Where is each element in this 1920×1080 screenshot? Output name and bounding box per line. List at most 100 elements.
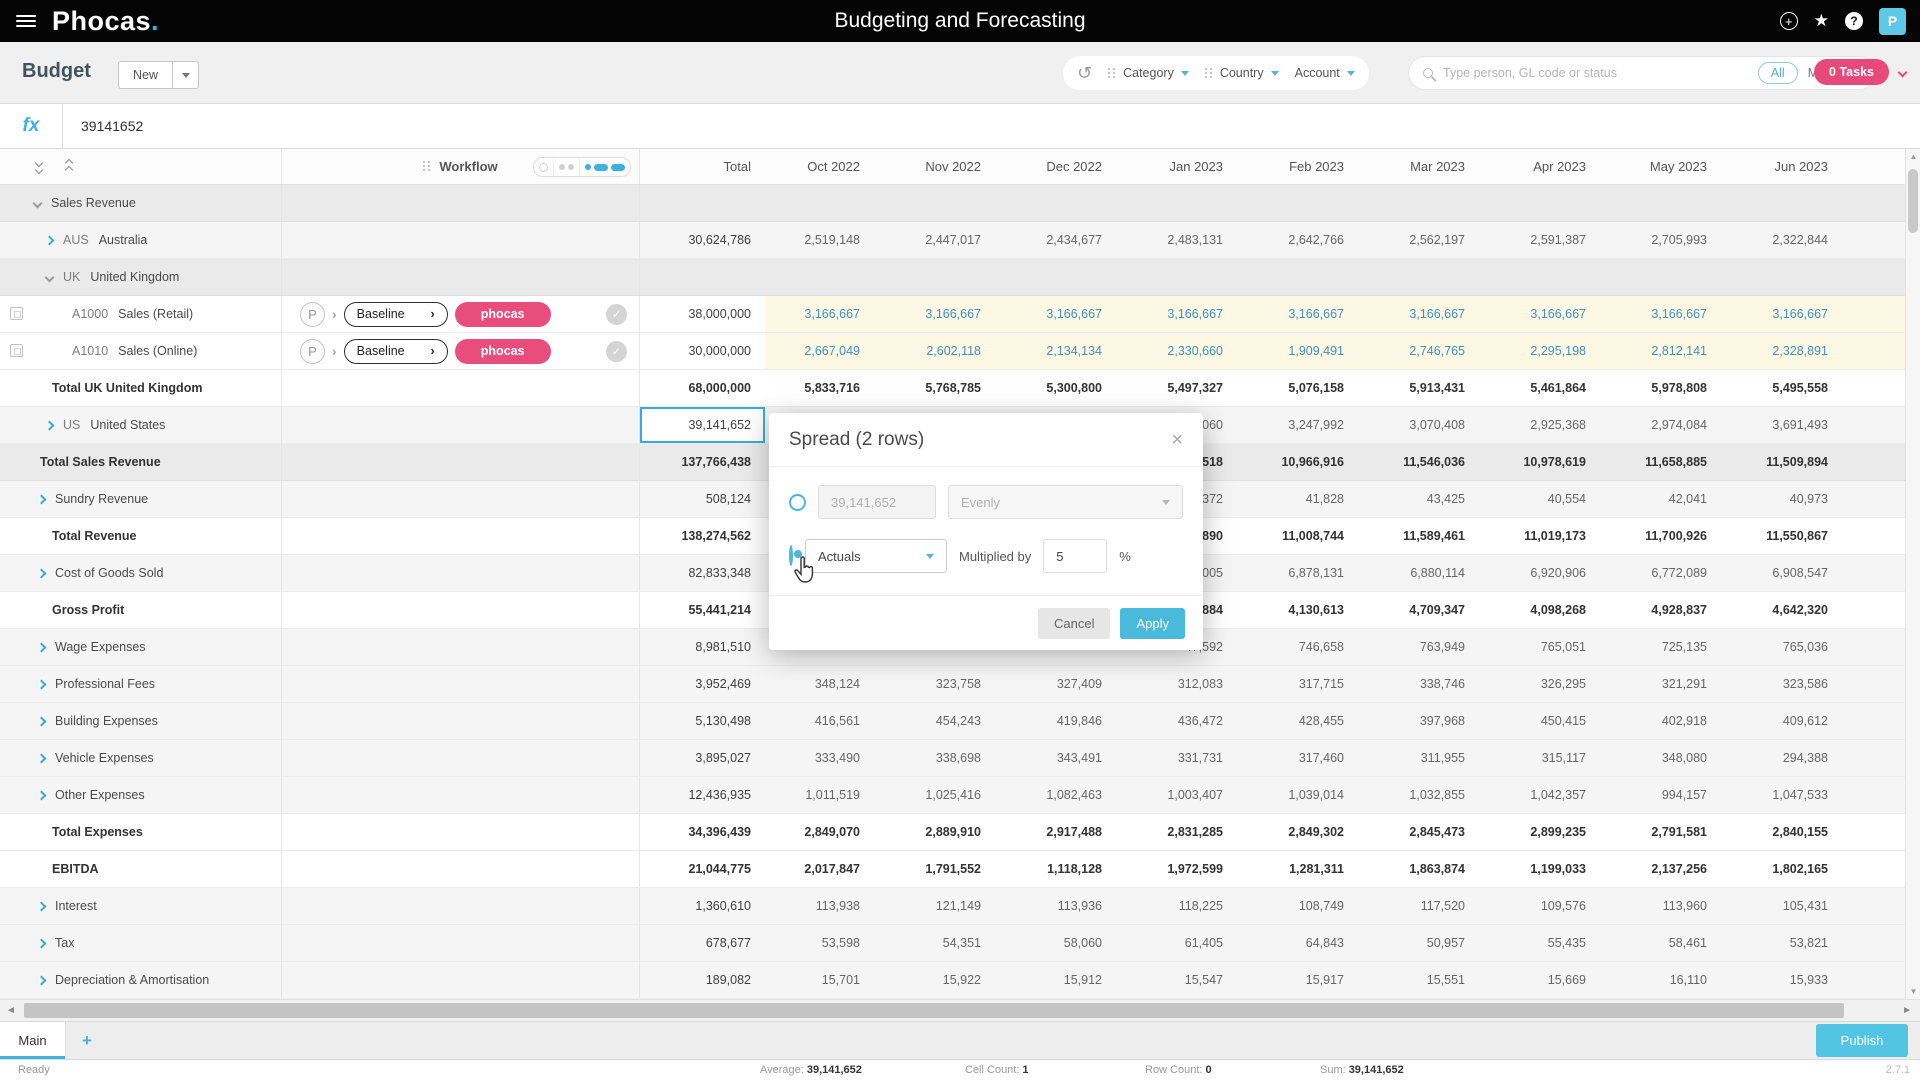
cell[interactable]: 2,667,049 [765,333,886,369]
cell[interactable]: 15,917 [1249,962,1370,998]
row-header[interactable]: Total Revenue [0,518,282,554]
cell[interactable]: 312,083 [1128,666,1249,702]
column-header-month[interactable]: May 2023 [1612,159,1733,174]
multiplier-input[interactable] [1043,539,1107,573]
cell[interactable]: 3,691,493 [1733,407,1854,443]
cell[interactable]: 1,047,533 [1733,777,1854,813]
workflow-check-icon[interactable]: ✓ [606,341,627,362]
cell[interactable]: 2,791,581 [1612,814,1733,850]
cancel-button[interactable]: Cancel [1038,608,1110,639]
formula-value[interactable]: 39141652 [81,118,143,134]
row-header[interactable]: Gross Profit [0,592,282,628]
cell[interactable] [640,185,765,221]
row-header[interactable]: Total Expenses [0,814,282,850]
cell[interactable]: 765,036 [1733,629,1854,665]
collapse-chevron-icon[interactable] [33,198,43,208]
cell[interactable]: 3,166,667 [1128,296,1249,332]
column-header-month[interactable]: Dec 2022 [1007,159,1128,174]
cell[interactable]: 53,598 [765,925,886,961]
cell[interactable] [1491,185,1612,221]
row-header[interactable]: A1010Sales (Online) [0,333,282,369]
cell[interactable] [1612,259,1733,295]
cell[interactable]: 2,602,118 [886,333,1007,369]
cell[interactable]: 725,135 [1612,629,1733,665]
cell[interactable]: 82,833,348 [640,555,765,591]
cell[interactable]: 765,051 [1491,629,1612,665]
row-header[interactable]: Sundry Revenue [0,481,282,517]
cell[interactable]: 2,889,910 [886,814,1007,850]
tasks-badge[interactable]: 0 Tasks [1814,59,1889,85]
cell[interactable]: 11,509,894 [1733,444,1854,480]
cell[interactable]: 12,436,935 [640,777,765,813]
cell[interactable]: 317,715 [1249,666,1370,702]
horizontal-scrollbar[interactable]: ◄ ► [0,999,1920,1021]
expand-chevron-icon[interactable] [45,420,55,430]
scroll-down-icon[interactable]: ▼ [1906,987,1920,996]
cell[interactable]: 2,295,198 [1491,333,1612,369]
cell[interactable]: 55,435 [1491,925,1612,961]
spread-method-select[interactable]: Evenly [948,485,1183,519]
cell[interactable]: 419,846 [1007,703,1128,739]
expand-all-icon[interactable] [36,160,42,173]
row-header[interactable]: Interest [0,888,282,924]
publish-button[interactable]: Publish [1816,1024,1908,1057]
cell[interactable]: 1,032,855 [1370,777,1491,813]
cell[interactable]: 311,955 [1370,740,1491,776]
row-header[interactable]: USUnited States [0,407,282,443]
column-header-total[interactable]: Total [640,159,765,174]
cell[interactable]: 16,110 [1612,962,1733,998]
cell[interactable]: 4,098,268 [1491,592,1612,628]
row-select-icon[interactable] [10,307,23,320]
cell[interactable]: 2,642,766 [1249,222,1370,258]
column-header-month[interactable]: Jan 2023 [1128,159,1249,174]
cell[interactable]: 2,849,070 [765,814,886,850]
expand-chevron-icon[interactable] [37,901,47,911]
expand-chevron-icon[interactable] [37,753,47,763]
cell[interactable]: 41,828 [1249,481,1370,517]
cell[interactable]: 331,731 [1128,740,1249,776]
cell[interactable]: 121,149 [886,888,1007,924]
cell[interactable]: 58,060 [1007,925,1128,961]
cell[interactable]: 11,550,867 [1733,518,1854,554]
row-header[interactable]: Vehicle Expenses [0,740,282,776]
expand-chevron-icon[interactable] [37,790,47,800]
column-header-month[interactable]: Jun 2023 [1733,159,1854,174]
cell[interactable]: 42,041 [1612,481,1733,517]
vertical-scrollbar[interactable]: ▲ ▼ [1905,149,1920,999]
cell[interactable]: 5,130,498 [640,703,765,739]
hamburger-menu-icon[interactable] [16,12,36,30]
cell[interactable]: 1,011,519 [765,777,886,813]
cell[interactable]: 2,328,891 [1733,333,1854,369]
column-header-month[interactable]: Mar 2023 [1370,159,1491,174]
cell[interactable]: 4,130,613 [1249,592,1370,628]
cell[interactable]: 2,831,285 [1128,814,1249,850]
cell[interactable]: 15,933 [1733,962,1854,998]
cell[interactable]: 3,247,992 [1249,407,1370,443]
spread-value-radio[interactable] [789,494,806,511]
row-header[interactable]: Wage Expenses [0,629,282,665]
expand-chevron-icon[interactable] [37,938,47,948]
cell[interactable]: 68,000,000 [640,370,765,406]
cell[interactable]: 2,519,148 [765,222,886,258]
tab-main[interactable]: Main [0,1022,66,1059]
cell[interactable]: 1,082,463 [1007,777,1128,813]
cell[interactable]: 118,225 [1128,888,1249,924]
cell[interactable]: 2,017,847 [765,851,886,887]
cell[interactable]: 397,968 [1370,703,1491,739]
cell[interactable]: 326,295 [1491,666,1612,702]
spread-source-select[interactable]: Actuals [805,539,947,573]
help-icon[interactable]: ? [1845,12,1863,30]
cell[interactable] [765,185,886,221]
filter-chip-country[interactable]: Country [1205,66,1279,80]
cell[interactable]: 113,936 [1007,888,1128,924]
cell[interactable]: 40,973 [1733,481,1854,517]
cell[interactable] [765,259,886,295]
cell[interactable]: 1,199,033 [1491,851,1612,887]
cell[interactable]: 109,576 [1491,888,1612,924]
cell[interactable]: 763,949 [1370,629,1491,665]
column-header-month[interactable]: Apr 2023 [1491,159,1612,174]
row-header[interactable]: EBITDA [0,851,282,887]
cell[interactable] [1733,185,1854,221]
workflow-check-icon[interactable]: ✓ [606,304,627,325]
expand-chevron-icon[interactable] [45,235,55,245]
